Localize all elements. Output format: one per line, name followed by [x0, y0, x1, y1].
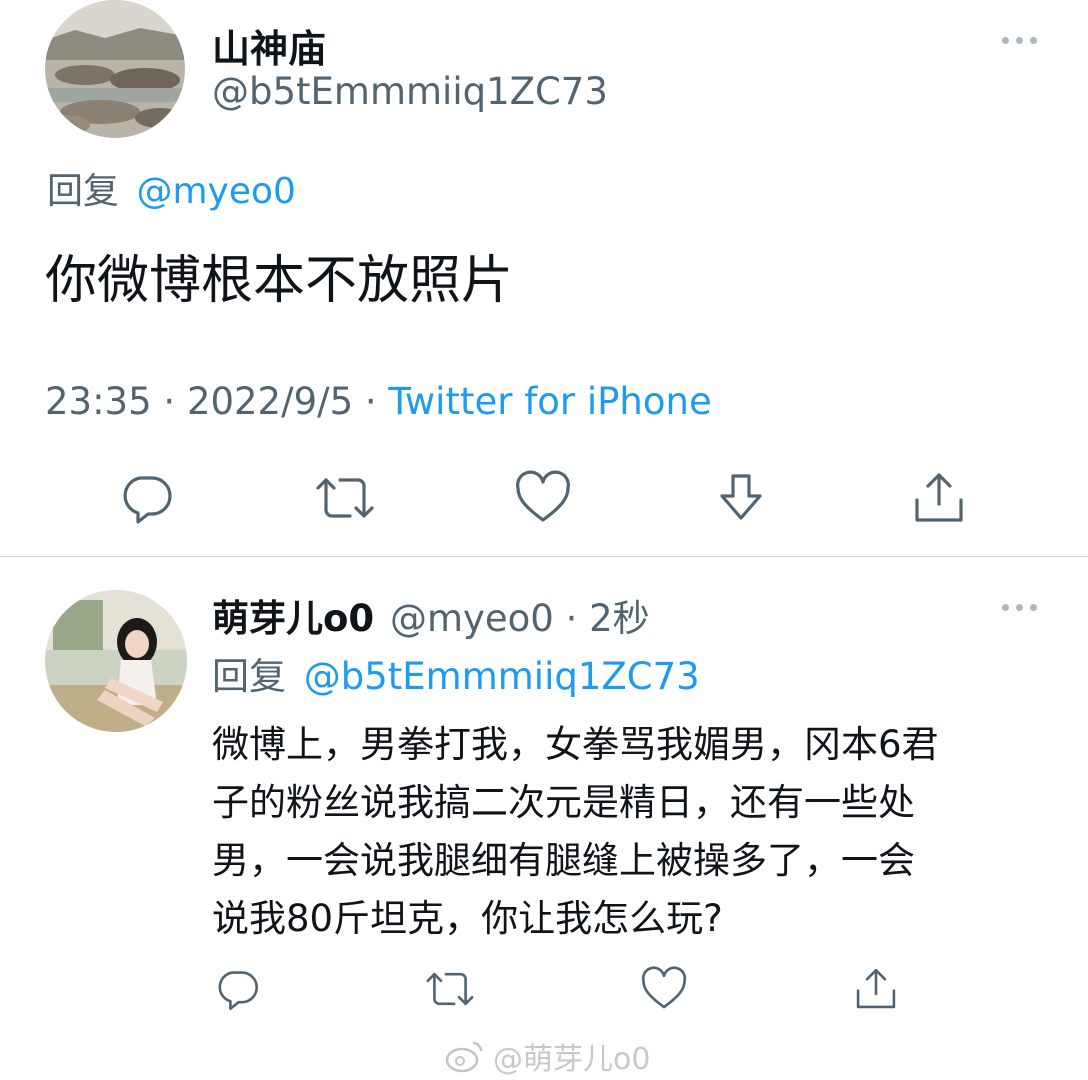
reply-prefix: 回复: [47, 171, 120, 212]
reply-button[interactable]: [118, 470, 174, 526]
reply-author-handle[interactable]: @myeo0: [390, 597, 554, 640]
retweet-icon: [426, 972, 474, 1006]
tweet-time: 23:35: [45, 380, 152, 423]
meta-separator: ·: [364, 380, 377, 423]
author-avatar[interactable]: [45, 0, 185, 138]
reply-to-link[interactable]: @b5tEmmmiiq1ZC73: [304, 655, 700, 698]
reply-header: 萌芽儿o0 @myeo0 · 2秒: [212, 588, 650, 642]
watermark-text: @萌芽儿o0: [493, 1042, 651, 1077]
more-options-icon[interactable]: [1002, 37, 1037, 44]
like-icon: [516, 470, 570, 522]
tweet-source-link[interactable]: Twitter for iPhone: [388, 380, 711, 423]
tweet-meta: 23:35 · 2022/9/5 · Twitter for iPhone: [45, 380, 712, 423]
reply-context: 回复 @b5tEmmmiiq1ZC73: [212, 646, 700, 700]
like-button[interactable]: [514, 470, 572, 526]
reply-text-line: 说我80斤坦克，你让我怎么玩?: [212, 897, 723, 940]
reply-author-avatar[interactable]: [45, 590, 187, 732]
author-handle[interactable]: @b5tEmmmiiq1ZC73: [212, 70, 608, 113]
reply-reply-button[interactable]: [214, 966, 260, 1012]
retweet-button[interactable]: [314, 470, 376, 526]
tweet-divider: [0, 556, 1088, 557]
retweet-icon: [316, 478, 374, 518]
reply-share-button[interactable]: [854, 966, 898, 1012]
reply-icon: [218, 971, 258, 1011]
tweet-text: 你微博根本不放照片: [45, 251, 514, 311]
reply-context: 回复 @myeo0: [47, 162, 296, 214]
meta-separator: ·: [565, 597, 578, 640]
reply-more-options-icon[interactable]: [1002, 604, 1037, 611]
share-button[interactable]: [912, 470, 966, 526]
reply-to-link[interactable]: @myeo0: [136, 171, 295, 212]
reply-icon: [123, 476, 172, 524]
weibo-logo-icon: [445, 1041, 483, 1073]
reply-prefix: 回复: [212, 655, 286, 698]
share-icon: [915, 473, 963, 522]
reply-age: 2秒: [589, 597, 650, 640]
reply-text: 微博上，男拳打我，女拳骂我媚男，冈本6君 子的粉丝说我搞二次元是精日，还有一些处…: [212, 716, 939, 948]
reply-like-button[interactable]: [640, 966, 688, 1012]
reply-author-display-name[interactable]: 萌芽儿o0: [212, 597, 374, 640]
download-button[interactable]: [716, 470, 766, 526]
weibo-watermark: @萌芽儿o0: [445, 1034, 650, 1078]
like-icon: [641, 966, 687, 1009]
share-icon: [856, 968, 896, 1009]
reply-text-line: 微博上，男拳打我，女拳骂我媚男，冈本6君: [212, 723, 939, 766]
tweet-date: 2022/9/5: [186, 380, 354, 423]
download-icon: [720, 474, 762, 520]
reply-retweet-button[interactable]: [424, 966, 476, 1012]
reply-text-line: 男，一会说我腿细有腿缝上被操多了，一会: [212, 839, 915, 882]
meta-separator: ·: [163, 380, 176, 423]
reply-text-line: 子的粉丝说我搞二次元是精日，还有一些处: [212, 781, 915, 824]
author-display-name[interactable]: 山神庙: [212, 18, 326, 73]
